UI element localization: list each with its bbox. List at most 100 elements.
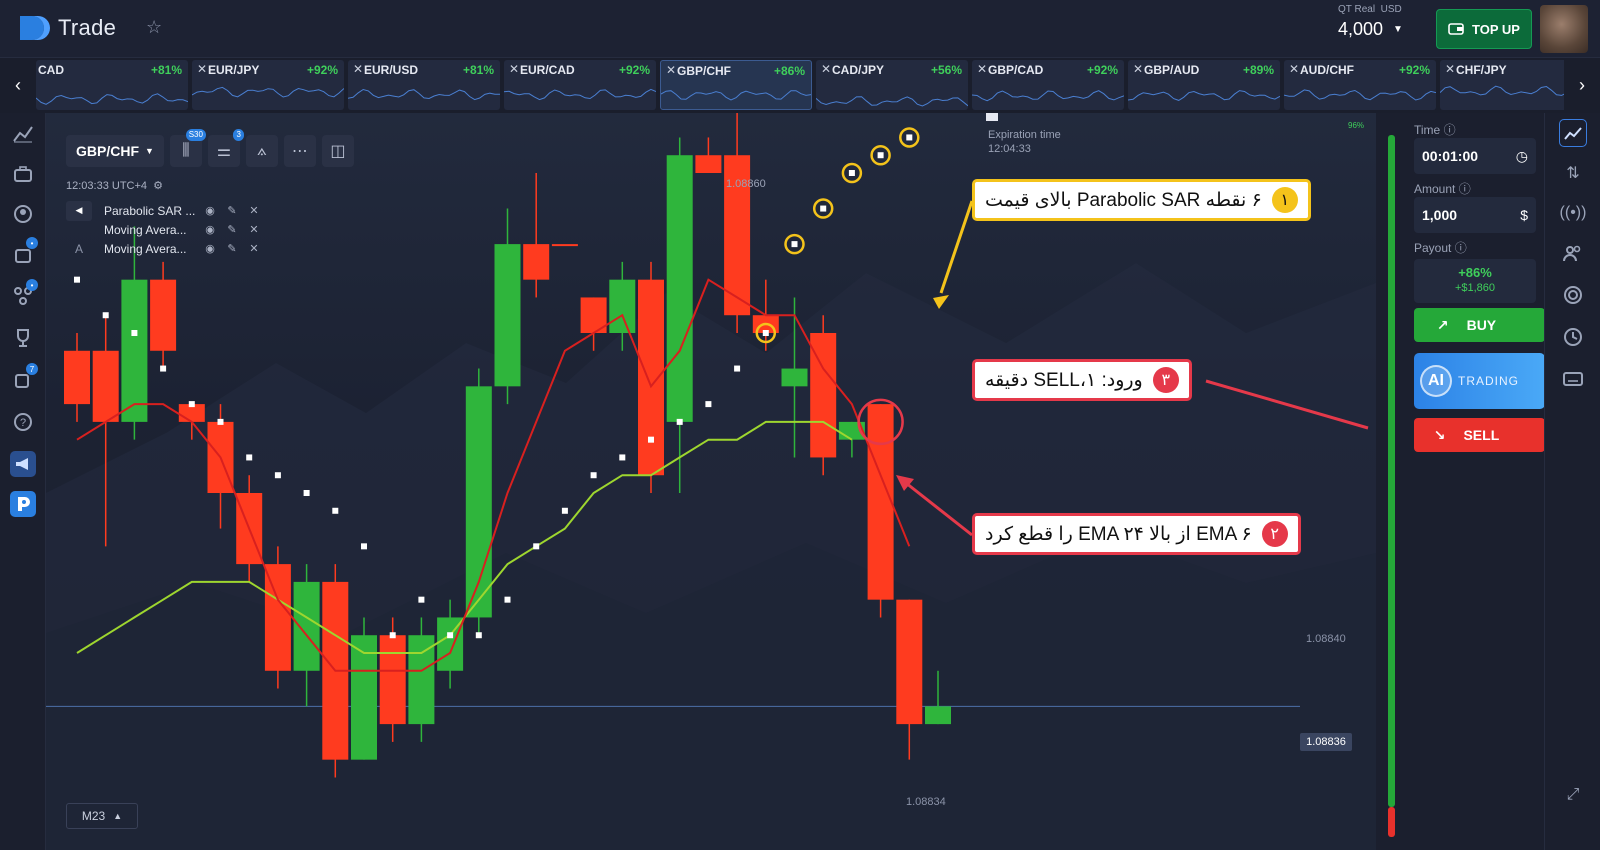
payout-label: Payout ⓘ: [1414, 239, 1467, 256]
account-currency: USD: [1380, 4, 1402, 15]
asset-tab[interactable]: ✕ EUR/JPY +92%: [192, 60, 344, 110]
close-icon[interactable]: ✕: [246, 242, 262, 255]
signal-icon[interactable]: ((•)): [1559, 199, 1587, 227]
asset-tab[interactable]: ✕ EUR/CAD +92%: [504, 60, 656, 110]
asset-tab[interactable]: ✕ GBP/AUD +89%: [1128, 60, 1280, 110]
asset-name: EUR/JPY: [208, 63, 260, 77]
help-icon[interactable]: ⓘ: [1455, 241, 1467, 255]
asset-sparkline: [661, 90, 811, 101]
chevron-down-icon: ▼: [1393, 24, 1403, 35]
avatar[interactable]: [1540, 5, 1588, 53]
close-icon[interactable]: ✕: [353, 62, 363, 76]
clock-icon[interactable]: ◷: [1516, 148, 1528, 165]
asset-name: GBP/AUD: [1144, 63, 1200, 77]
trend-chart-icon[interactable]: [1559, 119, 1587, 147]
sar-dot: [906, 134, 913, 141]
candle-body: [408, 635, 435, 725]
scroll-left-arrow-icon[interactable]: ‹: [0, 58, 36, 113]
swap-arrows-icon[interactable]: ⇅: [1559, 159, 1587, 187]
payout-bar-percent: 96%: [1348, 121, 1365, 130]
briefcase-icon[interactable]: [10, 161, 36, 187]
users-icon[interactable]: [1559, 239, 1587, 267]
help-icon[interactable]: ⓘ: [1444, 123, 1456, 137]
annotation-entry: ۳ ورود: SELL،۱ دقیقه: [972, 359, 1192, 401]
indicators-button[interactable]: ⚌ 3: [207, 129, 244, 167]
trophy-icon[interactable]: [10, 325, 36, 351]
close-icon[interactable]: ✕: [1445, 62, 1455, 76]
help-icon[interactable]: ⓘ: [1459, 182, 1471, 196]
pencil-icon[interactable]: ✎: [224, 223, 240, 236]
buy-button[interactable]: ↗ BUY: [1414, 308, 1545, 342]
layout-button[interactable]: ◫: [321, 135, 354, 167]
network-icon[interactable]: •: [10, 279, 38, 309]
time-input[interactable]: 00:01:00 ◷: [1414, 138, 1536, 174]
expiration-info: Expiration time 12:04:33: [988, 129, 1061, 155]
close-icon[interactable]: ✕: [1133, 62, 1143, 76]
indicators-count-badge: 3: [233, 129, 244, 141]
collapse-icon[interactable]: ◀: [66, 200, 92, 221]
puzzle-icon[interactable]: 7: [10, 363, 38, 393]
asset-tab[interactable]: CAD +81%: [36, 60, 188, 110]
pencil-icon[interactable]: ✎: [224, 242, 240, 255]
close-icon[interactable]: ✕: [821, 62, 831, 76]
asset-tab[interactable]: ✕ CAD/JPY +56%: [816, 60, 968, 110]
timeframe-selector[interactable]: M23 ▲: [66, 803, 138, 829]
sar-dot: [848, 170, 855, 176]
help-icon[interactable]: ?: [10, 409, 36, 435]
top-up-label: TOP UP: [1472, 21, 1520, 37]
compass-icon: ⟑: [257, 142, 267, 159]
asset-name: CAD/JPY: [832, 63, 885, 77]
asset-payout: +92%: [1398, 63, 1430, 77]
ai-trading-button[interactable]: AI TRADING: [1414, 353, 1545, 409]
asset-tab[interactable]: ✕ GBP/CHF +86%: [660, 60, 812, 110]
eye-icon[interactable]: ◉: [202, 223, 218, 236]
scroll-right-arrow-icon[interactable]: ›: [1564, 58, 1600, 113]
account-selector[interactable]: QT Real USD 4,000 ▼: [1338, 4, 1418, 40]
gear-icon[interactable]: ⚙: [153, 180, 163, 192]
top-up-button[interactable]: TOP UP: [1436, 9, 1532, 49]
axis-tick-label: 1.08840: [1306, 633, 1346, 645]
close-icon[interactable]: ✕: [197, 62, 207, 76]
pair-selector[interactable]: GBP/CHF ▼: [66, 135, 164, 167]
close-icon[interactable]: ✕: [246, 223, 262, 236]
asset-tab[interactable]: ✕ EUR/USD +81%: [348, 60, 500, 110]
fullscreen-icon[interactable]: ⤢: [1559, 781, 1587, 809]
eye-icon[interactable]: ◉: [202, 242, 218, 255]
sar-dot: [590, 472, 597, 479]
target-icon[interactable]: [1559, 281, 1587, 309]
asset-tab[interactable]: ✕ AUD/CHF +92%: [1284, 60, 1436, 110]
megaphone-icon[interactable]: [10, 451, 36, 477]
chevron-down-icon: ▼: [145, 146, 154, 156]
favorite-star-icon[interactable]: ☆: [146, 17, 162, 38]
close-icon[interactable]: ✕: [666, 63, 676, 77]
indicator-row: ◀ Parabolic SAR ... ◉ ✎ ✕: [66, 200, 262, 221]
close-icon[interactable]: ✕: [977, 62, 987, 76]
dollar-icon[interactable]: $: [1520, 207, 1528, 223]
brand-logo[interactable]: Trade: [18, 14, 116, 42]
more-options-button[interactable]: ⋯: [283, 135, 316, 167]
price-chart[interactable]: GBP/CHF ▼ ⫼ S30 ⚌ 3 ⟑ ⋯ ◫ 12:03:33 UTC+4 ⚙ …: [46, 113, 1376, 850]
candle-type-button[interactable]: ⫼ S30: [169, 129, 206, 167]
asset-name: GBP/CAD: [988, 63, 1044, 77]
font-icon[interactable]: A: [66, 242, 92, 256]
amount-input[interactable]: 1,000 $: [1414, 197, 1536, 233]
chart-icon[interactable]: [10, 121, 36, 147]
arrow-up-right-icon: ↗: [1436, 316, 1449, 333]
close-icon[interactable]: ✕: [246, 204, 262, 217]
drawing-tools-button[interactable]: ⟑: [245, 135, 278, 167]
profile-icon[interactable]: [10, 201, 36, 227]
history-icon[interactable]: [1559, 323, 1587, 351]
asset-payout: +89%: [1242, 63, 1274, 77]
keyboard-icon[interactable]: [1559, 365, 1587, 393]
close-icon[interactable]: ✕: [1289, 62, 1299, 76]
eye-icon[interactable]: ◉: [202, 204, 218, 217]
indicator-name: Moving Avera...: [104, 241, 187, 256]
close-icon[interactable]: ✕: [509, 62, 519, 76]
app-logo-icon[interactable]: [10, 491, 36, 517]
asset-name: EUR/USD: [364, 63, 419, 77]
pencil-icon[interactable]: ✎: [224, 204, 240, 217]
cart-icon[interactable]: •: [10, 237, 38, 267]
candle-body: [523, 244, 550, 280]
asset-tab[interactable]: ✕ GBP/CAD +92%: [972, 60, 1124, 110]
sell-button[interactable]: ↘ SELL: [1414, 418, 1545, 452]
